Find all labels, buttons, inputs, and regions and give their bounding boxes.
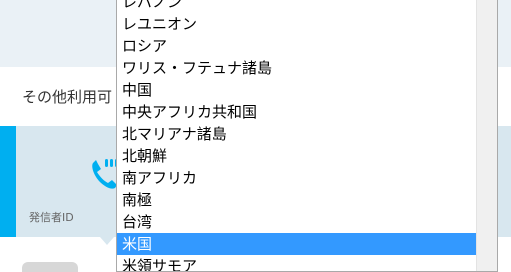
- country-option[interactable]: 北マリアナ諸島: [117, 123, 476, 145]
- country-option-selected[interactable]: 米国: [117, 233, 476, 255]
- caller-id-card[interactable]: 発信者ID: [16, 126, 119, 237]
- country-option[interactable]: 南アフリカ: [117, 167, 476, 189]
- country-option[interactable]: 米領サモア: [117, 255, 476, 271]
- country-dropdown-list[interactable]: レバノン レユニオン ロシア ワリス・フテュナ諸島 中国 中央アフリカ共和国 北…: [116, 0, 498, 272]
- country-option[interactable]: 南極: [117, 189, 476, 211]
- other-available-label: その他利用可: [22, 88, 113, 106]
- country-option[interactable]: ロシア: [117, 35, 476, 57]
- country-option[interactable]: 北朝鮮: [117, 145, 476, 167]
- country-option[interactable]: 中国: [117, 79, 476, 101]
- caller-id-label: 発信者ID: [29, 211, 74, 224]
- country-option[interactable]: レバノン: [117, 0, 476, 13]
- country-option[interactable]: 台湾: [117, 211, 476, 233]
- country-option[interactable]: 中央アフリカ共和国: [117, 101, 476, 123]
- list-scrollbar[interactable]: [476, 0, 497, 271]
- phone-icon: [92, 159, 118, 189]
- country-option[interactable]: ワリス・フテュナ諸島: [117, 57, 476, 79]
- country-option[interactable]: レユニオン: [117, 13, 476, 35]
- accent-strip: [0, 126, 16, 237]
- card-pointer: [100, 237, 114, 245]
- avatar-placeholder: [22, 262, 78, 272]
